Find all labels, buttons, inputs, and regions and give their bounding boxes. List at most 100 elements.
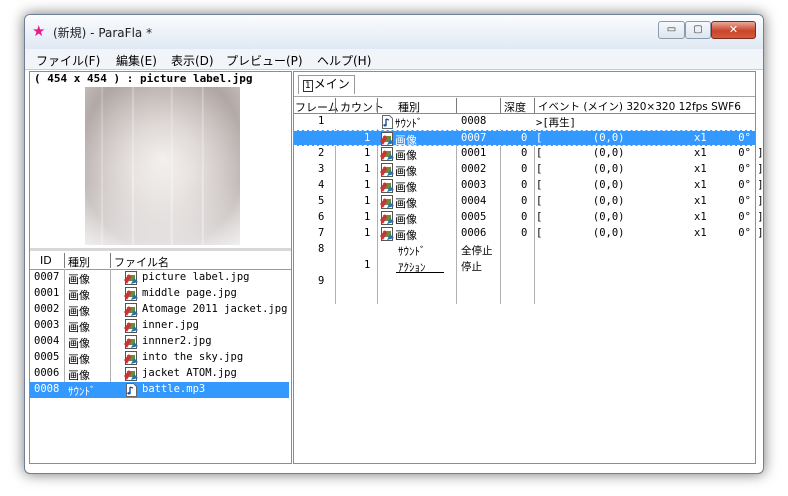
- depth-value: 0: [521, 195, 528, 207]
- asset-row[interactable]: 0007 画像 picture label.jpg: [30, 270, 289, 286]
- timeline-row[interactable]: 4 1 画像 0003 0 [ (0,0) x1 0° ]: [294, 178, 763, 194]
- pane-splitter[interactable]: [30, 248, 291, 251]
- frame-type: ｻｳﾝﾄﾞ: [395, 117, 423, 130]
- asset-id: 0001: [34, 287, 60, 299]
- frame-number: 6: [318, 211, 325, 223]
- asset-id: 0008: [34, 383, 60, 395]
- timeline-row[interactable]: 1 画像 0007 0[ (0,0) x1 0° ]: [294, 130, 763, 147]
- timeline-row[interactable]: 9: [294, 274, 755, 290]
- asset-type: 画像: [68, 369, 90, 382]
- title-bar[interactable]: ★ (新規) - ParaFla * ▭ ▢ ✕: [25, 15, 763, 49]
- window-title: (新規) - ParaFla *: [53, 26, 153, 40]
- item-id: 0004: [461, 195, 487, 207]
- maximize-button[interactable]: ▢: [685, 21, 711, 39]
- frame-count: 1: [364, 195, 371, 207]
- frame-count: 1: [364, 179, 371, 191]
- frame-number: 4: [318, 179, 325, 191]
- timeline-row[interactable]: 6 1 画像 0005 0 [ (0,0) x1 0° ]: [294, 210, 763, 226]
- frame-type: 画像: [395, 213, 417, 226]
- tab-main[interactable]: 1 メイン: [298, 75, 355, 94]
- minimize-icon: ▭: [666, 24, 677, 35]
- event-value: [ (0,0) x1 0° ]: [536, 147, 764, 159]
- scene-tab-bar: 1 メイン: [294, 72, 755, 97]
- asset-filename: Atomage 2011 jacket.jpg: [142, 303, 288, 315]
- asset-row[interactable]: 0004 画像 innner2.jpg: [30, 334, 289, 350]
- image-file-icon: [124, 335, 138, 349]
- item-id: 0001: [461, 147, 487, 159]
- item-id: 0008: [461, 115, 487, 127]
- header-type[interactable]: 種別: [68, 254, 90, 270]
- maximize-icon: ▢: [693, 24, 703, 35]
- image-file-icon: [380, 195, 394, 209]
- asset-id: 0006: [34, 367, 60, 379]
- item-id: 0002: [461, 163, 487, 175]
- depth-value: 0: [521, 179, 528, 191]
- frame-count: 1: [364, 211, 371, 223]
- header-depth[interactable]: 深度: [504, 99, 526, 115]
- timeline-row[interactable]: 8 ｻｳﾝﾄﾞ 全停止: [294, 242, 755, 258]
- header-frame[interactable]: フレーム: [295, 99, 339, 115]
- menu-edit[interactable]: 編集(E): [116, 52, 157, 69]
- frame-number: 2: [318, 147, 325, 159]
- header-event[interactable]: イベント (メイン) 320×320 12fps SWF6: [538, 99, 741, 114]
- close-button[interactable]: ✕: [711, 21, 756, 39]
- asset-type: 画像: [68, 305, 90, 318]
- menu-preview[interactable]: プレビュー(P): [226, 52, 303, 69]
- timeline-row[interactable]: 1 ｱｸｼｮﾝ 停止: [294, 258, 755, 274]
- asset-row[interactable]: 0005 画像 into the sky.jpg: [30, 350, 289, 366]
- image-file-icon: [380, 163, 394, 177]
- left-pane: ( 454 x 454 ) : picture label.jpg ID 種別 …: [29, 71, 292, 464]
- menu-file[interactable]: ファイル(F): [36, 52, 100, 69]
- frame-count: 1: [364, 259, 371, 271]
- asset-row[interactable]: 0001 画像 middle page.jpg: [30, 286, 289, 302]
- asset-type: ｻｳﾝﾄﾞ: [68, 385, 96, 398]
- asset-filename: middle page.jpg: [142, 287, 237, 299]
- image-file-icon: [124, 287, 138, 301]
- tab-label: メイン: [313, 77, 350, 91]
- minimize-button[interactable]: ▭: [658, 21, 685, 39]
- asset-type: 画像: [68, 289, 90, 302]
- frame-count: 1: [364, 132, 371, 144]
- menu-help[interactable]: ヘルプ(H): [317, 52, 371, 69]
- asset-row[interactable]: 0008 ｻｳﾝﾄﾞ battle.mp3: [30, 382, 289, 398]
- header-type[interactable]: 種別: [398, 99, 420, 115]
- event-value: [ (0,0) x1 0° ]: [536, 211, 764, 223]
- item-id: 0007: [461, 132, 487, 144]
- item-id: 0005: [461, 211, 487, 223]
- asset-row[interactable]: 0006 画像 jacket ATOM.jpg: [30, 366, 289, 382]
- depth-value: 0: [521, 227, 528, 239]
- timeline-row[interactable]: 5 1 画像 0004 0 [ (0,0) x1 0° ]: [294, 194, 763, 210]
- header-id[interactable]: ID: [40, 254, 52, 267]
- sound-file-icon: [382, 115, 393, 129]
- menu-view[interactable]: 表示(D): [171, 52, 214, 69]
- asset-filename: jacket ATOM.jpg: [142, 367, 237, 379]
- frame-number: 8: [318, 243, 325, 255]
- action-underline: [396, 272, 444, 273]
- timeline-row[interactable]: 1 ｻｳﾝﾄﾞ 0008 >[再生]: [294, 114, 755, 130]
- timeline-row[interactable]: 3 1 画像 0002 0 [ (0,0) x1 0° ]: [294, 162, 763, 178]
- asset-filename: battle.mp3: [142, 383, 206, 395]
- frame-type: 画像: [395, 197, 417, 210]
- asset-filename: picture label.jpg: [142, 271, 250, 283]
- asset-filename: into the sky.jpg: [142, 351, 244, 363]
- header-filename[interactable]: ファイル名: [114, 254, 169, 270]
- asset-row[interactable]: 0003 画像 inner.jpg: [30, 318, 289, 334]
- event-value: [ (0,0) x1 0° ]: [536, 195, 764, 207]
- asset-row[interactable]: 0002 画像 Atomage 2011 jacket.jpg: [30, 302, 289, 318]
- image-file-icon: [124, 319, 138, 333]
- event-value: [ (0,0) x1 0° ]: [536, 132, 764, 144]
- timeline-header: フレーム カウント 種別 深度 イベント (メイン) 320×320 12fps…: [294, 98, 755, 114]
- asset-type: 画像: [68, 337, 90, 350]
- asset-list-header: ID 種別 ファイル名: [30, 253, 291, 270]
- timeline-row[interactable]: 2 1 画像 0001 0 [ (0,0) x1 0° ]: [294, 146, 763, 162]
- frame-type: 画像: [395, 229, 417, 242]
- depth-value: 0: [521, 211, 528, 223]
- preview-image-overlay: [85, 87, 240, 245]
- timeline-row[interactable]: 7 1 画像 0006 0 [ (0,0) x1 0° ]: [294, 226, 763, 242]
- asset-id: 0004: [34, 335, 60, 347]
- frame-number: 3: [318, 163, 325, 175]
- frame-count: 1: [364, 163, 371, 175]
- image-file-icon: [124, 351, 138, 365]
- star-app-icon: ★: [32, 22, 46, 40]
- image-file-icon: [380, 179, 394, 193]
